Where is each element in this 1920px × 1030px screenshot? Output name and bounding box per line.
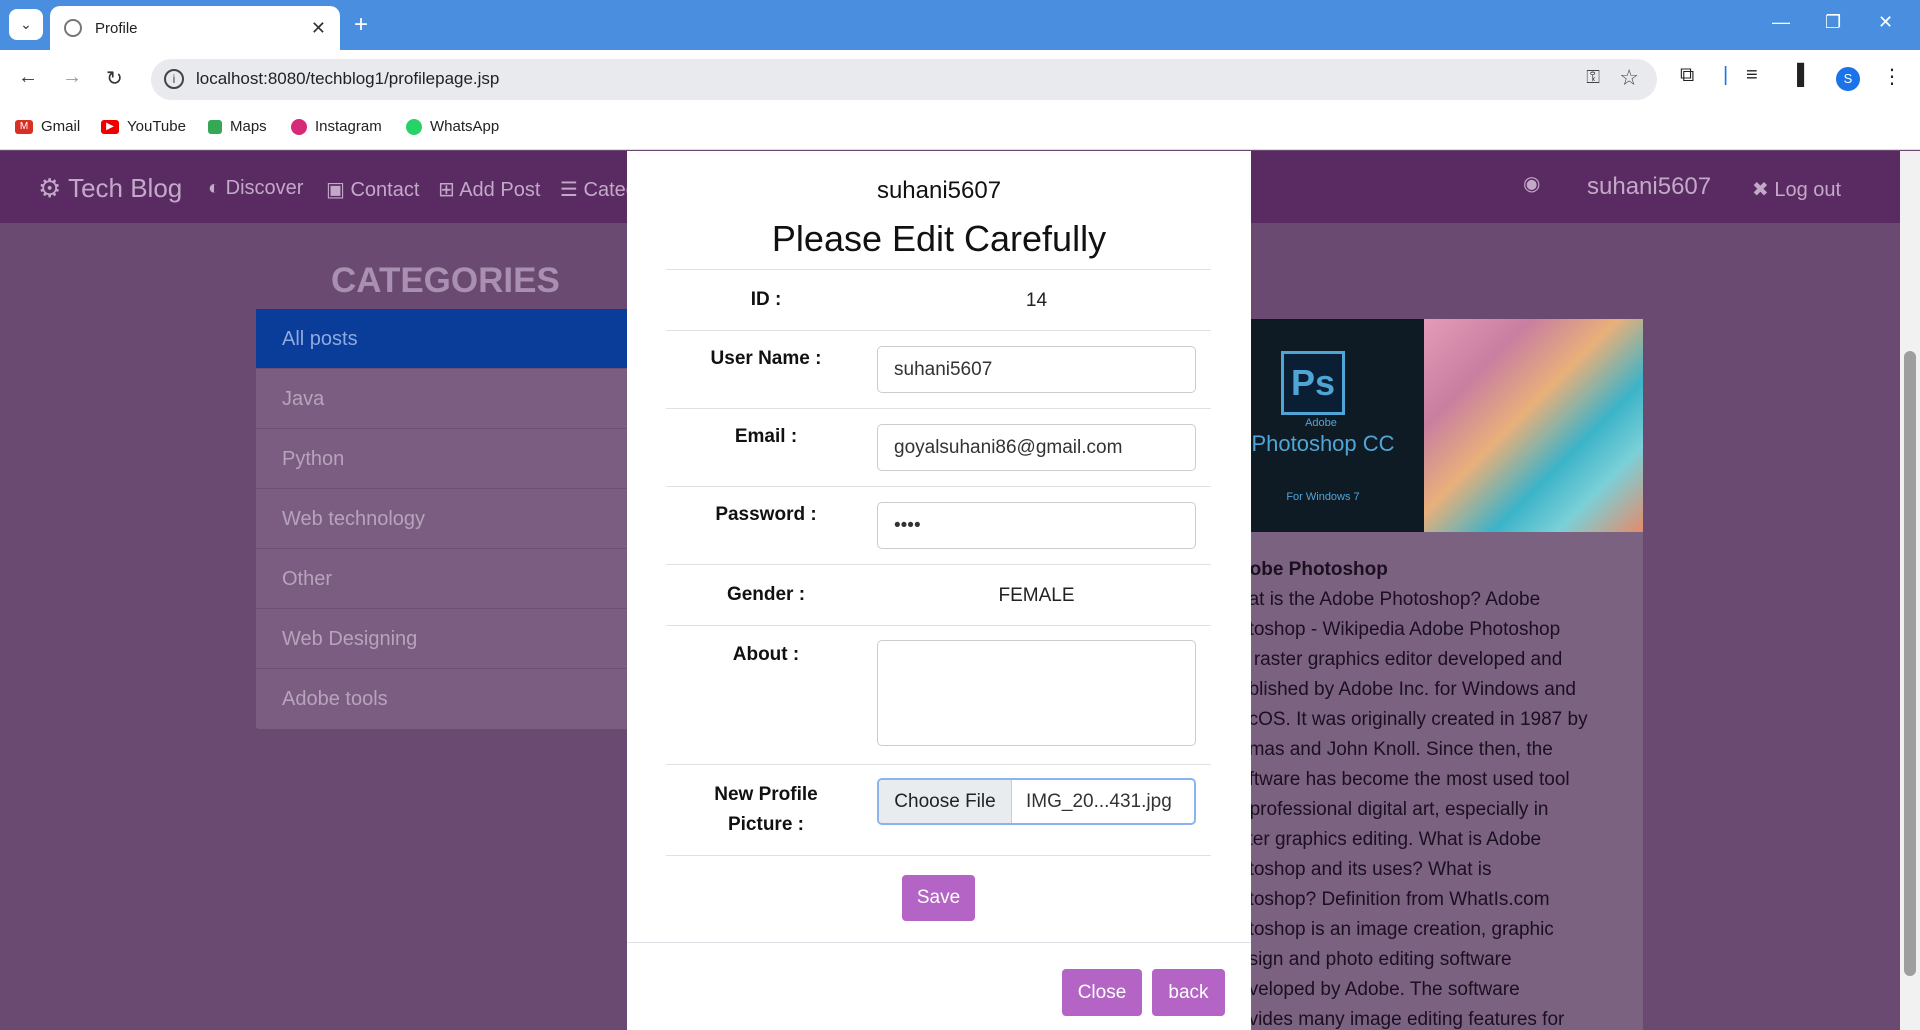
more-menu-icon[interactable]: ⋮ bbox=[1882, 64, 1902, 89]
maps-pin-icon bbox=[208, 119, 222, 134]
reload-icon[interactable]: ↻ bbox=[106, 66, 123, 91]
close-button[interactable]: Close bbox=[1062, 969, 1142, 1016]
brand-link[interactable]: ⚙ Tech Blog bbox=[38, 173, 182, 204]
back-arrow-icon[interactable]: ← bbox=[18, 66, 38, 89]
row-email: Email : goyalsuhani86@gmail.com bbox=[666, 408, 1211, 486]
browser-tab-strip: ⌄ Profile ✕ + — ❐ ✕ bbox=[0, 0, 1920, 50]
whatsapp-icon bbox=[406, 118, 422, 135]
photoshop-logo: Ps bbox=[1281, 351, 1345, 415]
scrollbar-thumb[interactable] bbox=[1904, 351, 1916, 976]
gmail-icon: M bbox=[15, 119, 33, 134]
id-value: 14 bbox=[1025, 290, 1048, 311]
row-password: Password : •••• bbox=[666, 486, 1211, 564]
row-gender: Gender : FEMALE bbox=[666, 564, 1211, 625]
id-label: ID : bbox=[750, 289, 782, 310]
key-icon[interactable]: ⚿ bbox=[1586, 67, 1600, 88]
email-label: Email : bbox=[734, 426, 798, 447]
post-image-subtitle: For Windows 7 bbox=[1286, 491, 1360, 503]
nav-discover[interactable]: ◐ Discover bbox=[208, 177, 303, 200]
new-tab-icon[interactable]: + bbox=[354, 11, 368, 39]
bookmark-gmail[interactable]: M Gmail bbox=[15, 118, 80, 135]
close-tab-icon[interactable]: ✕ bbox=[311, 18, 326, 39]
window-close-icon[interactable]: ✕ bbox=[1878, 12, 1893, 33]
chevron-down-icon: ⌄ bbox=[20, 16, 32, 32]
site-info-icon[interactable]: i bbox=[164, 69, 184, 89]
tab-search-button[interactable]: ⌄ bbox=[9, 9, 43, 40]
username-input[interactable]: suhani5607 bbox=[877, 346, 1196, 393]
bookmark-whatsapp[interactable]: WhatsApp bbox=[406, 118, 499, 135]
instagram-icon bbox=[291, 118, 307, 135]
nav-logout[interactable]: ✖ Log out bbox=[1752, 177, 1841, 202]
youtube-icon: ▶ bbox=[101, 119, 119, 134]
nav-contact[interactable]: ▣ Contact bbox=[326, 177, 419, 202]
restore-icon[interactable]: ❐ bbox=[1825, 12, 1841, 33]
selected-file-name: IMG_20...431.jpg bbox=[1026, 791, 1172, 812]
media-control-icon[interactable]: ≡ bbox=[1746, 64, 1758, 87]
globe-icon bbox=[64, 19, 82, 37]
post-image: Ps Adobe Photoshop CC For Windows 7 bbox=[1248, 319, 1643, 532]
category-all-posts[interactable]: All posts bbox=[256, 309, 636, 369]
tab-title: Profile bbox=[95, 19, 138, 37]
page-scrollbar[interactable] bbox=[1900, 151, 1920, 1030]
nav-categories[interactable]: ☰ Categ bbox=[560, 177, 637, 202]
bookmarks-bar: M Gmail ▶ YouTube Maps Instagram WhatsApp bbox=[0, 107, 1920, 150]
category-web-technology[interactable]: Web technology bbox=[256, 489, 636, 549]
username-label: User Name : bbox=[710, 348, 822, 369]
bookmark-instagram[interactable]: Instagram bbox=[291, 118, 382, 135]
password-input[interactable]: •••• bbox=[877, 502, 1196, 549]
row-id: ID : 14 bbox=[666, 269, 1211, 330]
profile-picture-file-input[interactable]: Choose File IMG_20...431.jpg bbox=[877, 778, 1196, 825]
category-java[interactable]: Java bbox=[256, 369, 636, 429]
gender-label: Gender : bbox=[726, 584, 806, 605]
toolbar-divider: | bbox=[1723, 64, 1729, 86]
picture-label-line1: New Profile bbox=[714, 784, 818, 805]
edit-profile-modal: suhani5607 Please Edit Carefully ID : 14… bbox=[627, 151, 1251, 1030]
bookmark-star-icon[interactable]: ☆ bbox=[1619, 65, 1639, 91]
email-input[interactable]: goyalsuhani86@gmail.com bbox=[877, 424, 1196, 471]
minimize-icon[interactable]: — bbox=[1772, 12, 1790, 33]
save-button[interactable]: Save bbox=[902, 875, 975, 921]
nav-add-post[interactable]: ⊞ Add Post bbox=[438, 177, 540, 202]
gender-value: FEMALE bbox=[998, 585, 1075, 606]
password-label: Password : bbox=[715, 504, 817, 525]
browser-toolbar: ← → ↻ i localhost:8080/techblog1/profile… bbox=[0, 50, 1920, 107]
choose-file-button[interactable]: Choose File bbox=[879, 780, 1012, 823]
bookmark-maps[interactable]: Maps bbox=[208, 118, 267, 135]
categories-title: CATEGORIES bbox=[331, 261, 560, 300]
back-button[interactable]: back bbox=[1152, 969, 1225, 1016]
user-avatar-icon[interactable]: ◉ bbox=[1523, 171, 1540, 196]
category-python[interactable]: Python bbox=[256, 429, 636, 489]
category-other[interactable]: Other bbox=[256, 549, 636, 609]
category-list: All posts Java Python Web technology Oth… bbox=[256, 309, 636, 729]
address-bar[interactable]: i localhost:8080/techblog1/profilepage.j… bbox=[151, 59, 1657, 100]
modal-username: suhani5607 bbox=[876, 177, 1002, 204]
post-image-artwork bbox=[1424, 319, 1643, 532]
category-web-designing[interactable]: Web Designing bbox=[256, 609, 636, 669]
category-adobe-tools[interactable]: Adobe tools bbox=[256, 669, 636, 729]
modal-footer bbox=[627, 942, 1251, 943]
side-panel-icon[interactable]: ▐ bbox=[1790, 64, 1804, 87]
extensions-icon[interactable]: ⧉ bbox=[1680, 64, 1694, 87]
bookmark-youtube[interactable]: ▶ YouTube bbox=[101, 118, 186, 135]
about-label: About : bbox=[732, 644, 800, 665]
post-title: dobe Photoshop bbox=[1238, 559, 1388, 580]
nav-username[interactable]: suhani5607 bbox=[1587, 173, 1711, 201]
post-body: hat is the Adobe Photoshop? Adobe otoshop… bbox=[1238, 589, 1588, 1030]
profile-avatar[interactable]: S bbox=[1836, 67, 1860, 91]
browser-tab[interactable]: Profile ✕ bbox=[50, 6, 340, 50]
modal-heading: Please Edit Carefully bbox=[771, 218, 1107, 259]
url-text[interactable]: localhost:8080/techblog1/profilepage.jsp bbox=[196, 69, 499, 89]
picture-label-line2: Picture : bbox=[727, 814, 805, 835]
row-about: About : bbox=[666, 625, 1211, 764]
about-textarea[interactable] bbox=[877, 640, 1196, 746]
row-profile-picture: New Profile Picture : Choose File IMG_20… bbox=[666, 764, 1211, 856]
row-username: User Name : suhani5607 bbox=[666, 330, 1211, 408]
post-image-brand: Adobe bbox=[1305, 417, 1337, 429]
post-image-product: Photoshop CC bbox=[1251, 431, 1395, 456]
forward-arrow-icon[interactable]: → bbox=[62, 66, 82, 89]
